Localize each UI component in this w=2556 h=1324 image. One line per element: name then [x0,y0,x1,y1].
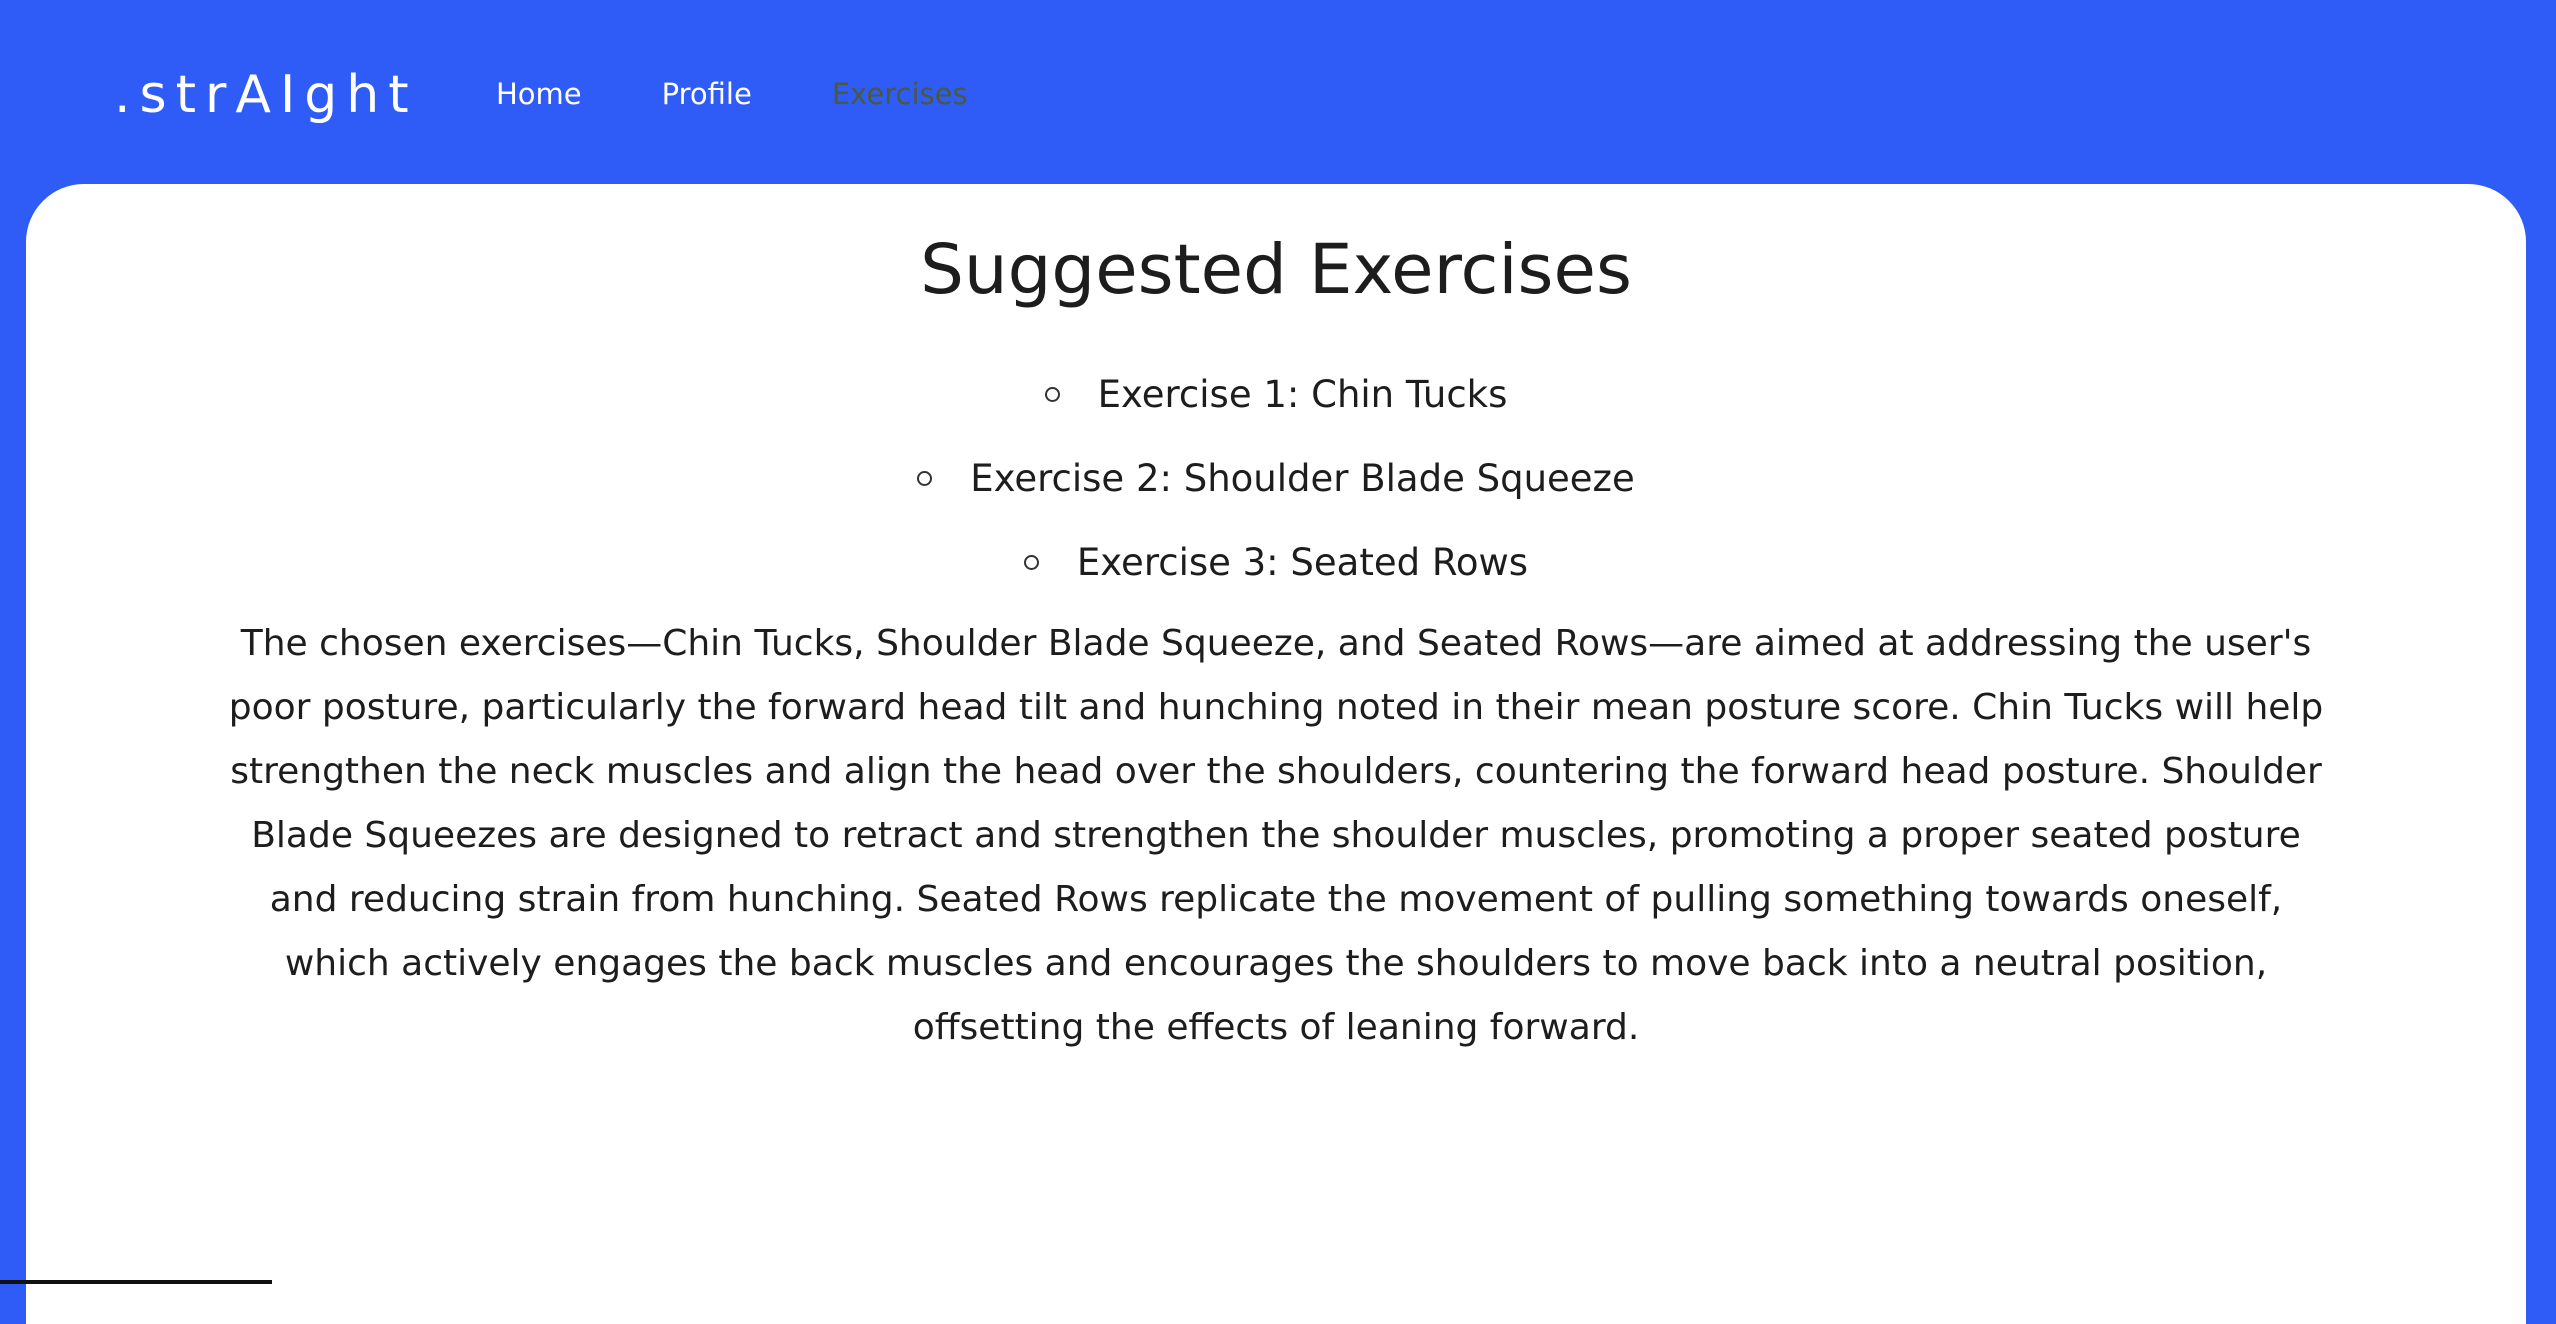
nav-links: Home Profile Exercises [496,70,968,118]
nav-link-profile[interactable]: Profile [662,70,752,118]
content-card: Suggested Exercises Exercise 1: Chin Tuc… [26,184,2526,1324]
page-title: Suggested Exercises [920,230,1632,310]
bottom-bar [0,1280,272,1284]
exercise-description: The chosen exercises—Chin Tucks, Shoulde… [228,623,2324,1048]
circle-bullet-icon [1023,554,1039,570]
exercise-list: Exercise 1: Chin Tucks Exercise 2: Shoul… [26,352,2526,604]
brand-logo[interactable]: .strAIght [114,60,418,130]
circle-bullet-icon [1044,386,1060,402]
list-item: Exercise 1: Chin Tucks [26,352,2526,436]
circle-bullet-icon [917,470,933,486]
exercise-label: Exercise 2: Shoulder Blade Squeeze [970,456,1635,500]
exercise-label: Exercise 1: Chin Tucks [1097,372,1508,416]
nav-link-home[interactable]: Home [496,70,582,118]
list-item: Exercise 2: Shoulder Blade Squeeze [26,436,2526,520]
nav-link-exercises[interactable]: Exercises [832,70,968,118]
list-item: Exercise 3: Seated Rows [26,520,2526,604]
exercise-label: Exercise 3: Seated Rows [1076,540,1529,584]
navbar: .strAIght Home Profile Exercises [0,0,2556,183]
